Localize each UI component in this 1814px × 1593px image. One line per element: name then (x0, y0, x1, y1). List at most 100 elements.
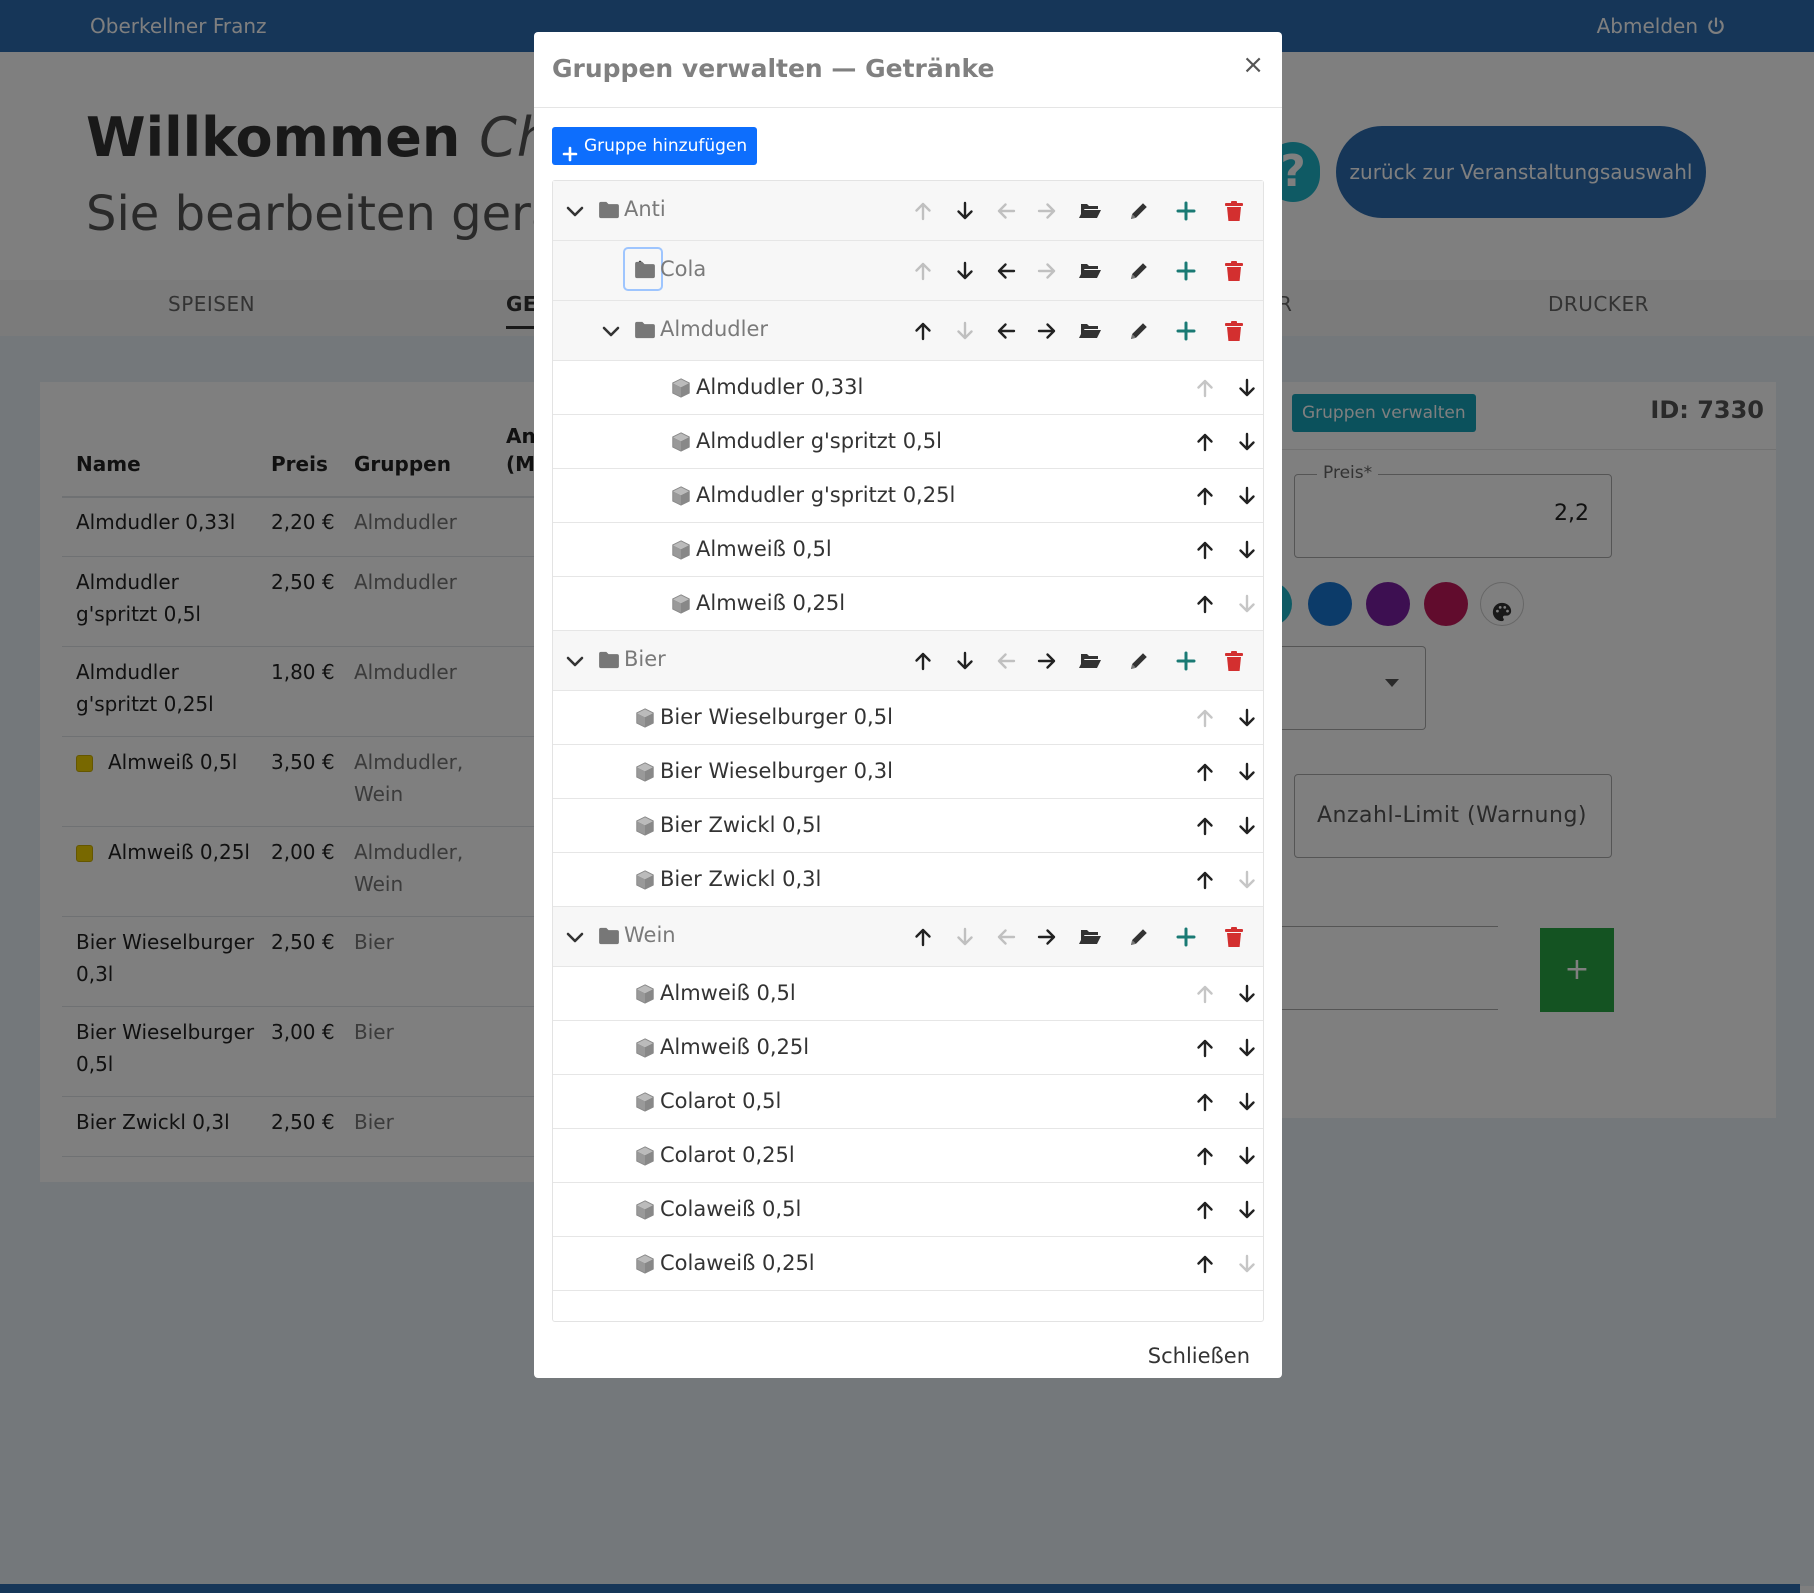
folder-open-icon[interactable] (1078, 199, 1102, 223)
item-label: Colaweiß 0,25l (660, 1251, 815, 1275)
move-up-icon[interactable] (1193, 1252, 1217, 1276)
move-down-icon[interactable] (1235, 706, 1259, 730)
delete-icon[interactable] (1222, 319, 1246, 343)
move-down-icon[interactable] (1235, 1144, 1259, 1168)
edit-icon[interactable] (1127, 199, 1151, 223)
modal-header: Gruppen verwalten — Getränke × (534, 32, 1282, 108)
move-down-icon[interactable] (1235, 1090, 1259, 1114)
move-up-icon[interactable] (911, 925, 935, 949)
tree-item-row: Almdudler 0,33l (553, 361, 1263, 415)
folder-open-icon[interactable] (1078, 649, 1102, 673)
tree-group-row: Bier (553, 631, 1263, 691)
item-label: Colaweiß 0,5l (660, 1197, 802, 1221)
group-label: Anti (624, 197, 666, 221)
tree-group-row: Anti (553, 181, 1263, 241)
move-down-icon[interactable] (1235, 760, 1259, 784)
delete-icon[interactable] (1222, 649, 1246, 673)
move-up-icon[interactable] (1193, 760, 1217, 784)
group-label: Wein (624, 923, 676, 947)
move-up-icon[interactable] (1193, 430, 1217, 454)
edit-icon[interactable] (1127, 319, 1151, 343)
chevron-down-icon[interactable] (599, 319, 623, 343)
group-label: Almdudler (660, 317, 769, 341)
product-box-icon (670, 377, 692, 399)
move-down-icon[interactable] (953, 649, 977, 673)
delete-icon[interactable] (1222, 259, 1246, 283)
move-down-icon[interactable] (1235, 814, 1259, 838)
edit-icon[interactable] (1127, 925, 1151, 949)
indent-icon[interactable] (1035, 925, 1059, 949)
tree-item-row: Almweiß 0,5l (553, 967, 1263, 1021)
move-down-icon[interactable] (1235, 376, 1259, 400)
close-icon[interactable]: × (1242, 50, 1264, 80)
add-subgroup-icon[interactable] (1174, 319, 1198, 343)
chevron-down-icon[interactable] (563, 649, 587, 673)
move-down-icon[interactable] (1235, 484, 1259, 508)
indent-icon[interactable] (1035, 649, 1059, 673)
move-down-icon[interactable] (953, 259, 977, 283)
outdent-icon[interactable] (994, 319, 1018, 343)
edit-icon[interactable] (1127, 649, 1151, 673)
move-up-icon[interactable] (1193, 592, 1217, 616)
item-label: Almdudler g'spritzt 0,25l (696, 483, 956, 507)
outdent-icon[interactable] (994, 259, 1018, 283)
add-group-button[interactable]: Gruppe hinzufügen (552, 127, 758, 165)
move-up-icon (1193, 982, 1217, 1006)
item-label: Almweiß 0,25l (696, 591, 846, 615)
move-down-icon[interactable] (1235, 1198, 1259, 1222)
move-up-icon[interactable] (911, 319, 935, 343)
move-down-icon[interactable] (1235, 1036, 1259, 1060)
folder-open-icon[interactable] (1078, 259, 1102, 283)
folder-open-icon[interactable] (1078, 319, 1102, 343)
group-tree: Anti Cola Almdudler Almdudler 0,33l Almdudle… (552, 180, 1264, 1322)
move-up-icon[interactable] (1193, 1090, 1217, 1114)
move-up-icon[interactable] (1193, 868, 1217, 892)
add-subgroup-icon[interactable] (1174, 259, 1198, 283)
move-up-icon[interactable] (1193, 1036, 1217, 1060)
delete-icon[interactable] (1222, 199, 1246, 223)
tree-item-row: Bier Wieselburger 0,3l (553, 745, 1263, 799)
move-up-icon (911, 199, 935, 223)
product-box-icon (634, 983, 656, 1005)
close-button[interactable]: Schließen (1148, 1344, 1250, 1368)
move-down-icon[interactable] (1235, 982, 1259, 1006)
move-up-icon[interactable] (1193, 1144, 1217, 1168)
folder-open-icon[interactable] (1078, 925, 1102, 949)
add-subgroup-icon[interactable] (1174, 649, 1198, 673)
product-box-icon (634, 1091, 656, 1113)
product-box-icon (634, 815, 656, 837)
chevron-down-icon[interactable] (563, 199, 587, 223)
folder-icon (634, 321, 656, 339)
move-up-icon[interactable] (911, 649, 935, 673)
move-up-icon[interactable] (1193, 538, 1217, 562)
delete-icon[interactable] (1222, 925, 1246, 949)
move-down-icon[interactable] (1235, 538, 1259, 562)
item-label: Almweiß 0,5l (660, 981, 796, 1005)
tree-item-row: Almweiß 0,25l (553, 1021, 1263, 1075)
edit-icon[interactable] (1127, 259, 1151, 283)
product-box-icon (634, 1145, 656, 1167)
move-up-icon (1193, 376, 1217, 400)
indent-icon[interactable] (1035, 319, 1059, 343)
move-up-icon[interactable] (1193, 814, 1217, 838)
move-up-icon[interactable] (1193, 484, 1217, 508)
move-up-icon[interactable] (1193, 1198, 1217, 1222)
folder-icon (598, 201, 620, 219)
outdent-icon (994, 199, 1018, 223)
item-label: Colarot 0,5l (660, 1089, 782, 1113)
modal-footer: Schließen (534, 1322, 1282, 1378)
add-subgroup-icon[interactable] (1174, 199, 1198, 223)
item-label: Almweiß 0,5l (696, 537, 832, 561)
tree-item-row: Almweiß 0,5l (553, 523, 1263, 577)
chevron-down-icon[interactable] (563, 925, 587, 949)
group-label: Cola (660, 257, 707, 281)
tree-item-row: Colaweiß 0,25l (553, 1237, 1263, 1291)
move-down-icon[interactable] (953, 199, 977, 223)
add-subgroup-icon[interactable] (1174, 925, 1198, 949)
move-down-icon[interactable] (1235, 430, 1259, 454)
product-box-icon (634, 1253, 656, 1275)
tree-group-row: Cola (553, 241, 1263, 301)
folder-icon (598, 651, 620, 669)
tree-item-row: Colaweiß 0,5l (553, 1183, 1263, 1237)
item-label: Bier Zwickl 0,5l (660, 813, 822, 837)
